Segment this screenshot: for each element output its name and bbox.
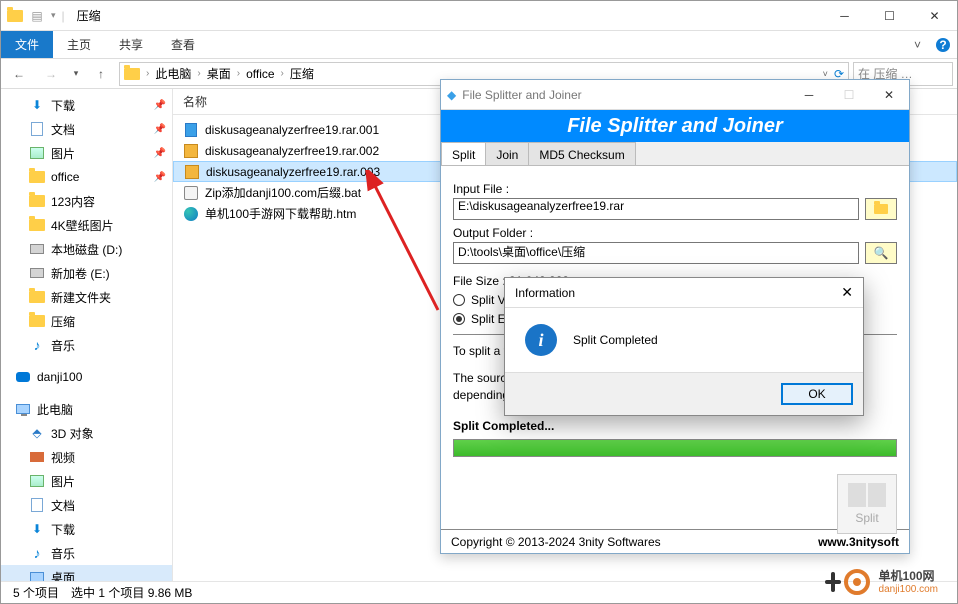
status-count: 5 个项目	[13, 584, 59, 601]
split-completed-text: Split Completed...	[453, 419, 897, 433]
file-icon	[183, 185, 199, 201]
folder-icon	[7, 8, 23, 24]
sidebar-item-thispc[interactable]: 此电脑	[1, 397, 172, 421]
sidebar-item-downloads2[interactable]: ⬇下载	[1, 517, 172, 541]
tab-split[interactable]: Split	[441, 142, 486, 166]
browse-input-button[interactable]	[865, 198, 897, 220]
file-icon	[183, 122, 199, 138]
sidebar-item-office[interactable]: office📌	[1, 165, 172, 189]
ribbon-expand[interactable]: ˅	[906, 38, 929, 52]
msgbox: Information ✕ i Split Completed OK	[504, 277, 864, 416]
tab-share[interactable]: 共享	[105, 31, 157, 58]
file-name: diskusageanalyzerfree19.rar.001	[205, 123, 379, 137]
status-bar: 5 个项目 选中 1 个项目 9.86 MB	[1, 581, 957, 603]
sidebar-item-videos[interactable]: 视频	[1, 445, 172, 469]
fsj-banner: File Splitter and Joiner	[441, 110, 909, 142]
sidebar-item-music[interactable]: ♪音乐	[1, 333, 172, 357]
file-name: Zip添加danji100.com后缀.bat	[205, 184, 361, 201]
info-icon: i	[525, 324, 557, 356]
tab-file[interactable]: 文件	[1, 31, 53, 58]
ok-button[interactable]: OK	[781, 383, 853, 405]
sidebar-item-wallpaper[interactable]: 4K壁纸图片	[1, 213, 172, 237]
tab-view[interactable]: 查看	[157, 31, 209, 58]
crumb[interactable]: 桌面	[207, 65, 231, 82]
output-folder-field[interactable]: D:\tools\桌面\office\压缩	[453, 242, 859, 264]
status-selected: 选中 1 个项目 9.86 MB	[71, 584, 192, 601]
svg-text:?: ?	[939, 38, 946, 52]
sidebar-item-danji[interactable]: danji100	[1, 365, 172, 389]
sidebar-item-downloads[interactable]: ⬇下载📌	[1, 93, 172, 117]
maximize-button[interactable]: ☐	[867, 1, 912, 30]
file-name: 单机100手游网下载帮助.htm	[205, 205, 356, 222]
addr-dropdown[interactable]: ˅	[823, 69, 828, 79]
fsj-tabs: Split Join MD5 Checksum	[441, 142, 909, 166]
output-folder-label: Output Folder :	[453, 226, 897, 240]
msgbox-title: Information	[515, 286, 575, 300]
tab-home[interactable]: 主页	[53, 31, 105, 58]
file-name: diskusageanalyzerfree19.rar.003	[206, 165, 380, 179]
back-button[interactable]: ←	[5, 62, 33, 86]
file-icon	[183, 206, 199, 222]
fsj-title-text: File Splitter and Joiner	[462, 88, 581, 102]
browse-output-button[interactable]: 🔍	[865, 242, 897, 264]
recent-dropdown[interactable]: ▾	[69, 62, 83, 86]
sidebar-item-pictures[interactable]: 图片📌	[1, 141, 172, 165]
progress-bar	[453, 439, 897, 457]
fsj-maximize[interactable]: ☐	[829, 80, 869, 109]
file-icon	[184, 164, 200, 180]
crumb[interactable]: 压缩	[290, 65, 314, 82]
qat-item[interactable]: ▤	[29, 8, 45, 24]
forward-button[interactable]: →	[37, 62, 65, 86]
sidebar-item-newfolder[interactable]: 新建文件夹	[1, 285, 172, 309]
file-icon	[183, 143, 199, 159]
input-file-field[interactable]: E:\diskusageanalyzerfree19.rar	[453, 198, 859, 220]
help-icon[interactable]: ?	[929, 31, 957, 59]
sidebar-item-localdisk[interactable]: 本地磁盘 (D:)	[1, 237, 172, 261]
fsj-close[interactable]: ✕	[869, 80, 909, 109]
crumb[interactable]: 此电脑	[155, 65, 191, 82]
msgbox-close[interactable]: ✕	[841, 284, 853, 301]
sidebar-item-desktop[interactable]: 桌面	[1, 565, 172, 581]
up-button[interactable]: ↑	[87, 62, 115, 86]
close-button[interactable]: ✕	[912, 1, 957, 30]
fsj-minimize[interactable]: ─	[789, 80, 829, 109]
crumb[interactable]: office	[246, 67, 274, 81]
fsj-app-icon: ◆	[447, 88, 456, 102]
ribbon: 文件 主页 共享 查看 ˅ ?	[1, 31, 957, 59]
file-name: diskusageanalyzerfree19.rar.002	[205, 144, 379, 158]
sidebar-item-documents[interactable]: 文档📌	[1, 117, 172, 141]
sidebar-item-documents2[interactable]: 文档	[1, 493, 172, 517]
sidebar-item-pictures2[interactable]: 图片	[1, 469, 172, 493]
split-button[interactable]: Split	[837, 474, 897, 534]
fsj-titlebar[interactable]: ◆ File Splitter and Joiner ─ ☐ ✕	[441, 80, 909, 110]
window-title: 压缩	[71, 7, 822, 24]
titlebar: ▤ ▾ | 压缩 ─ ☐ ✕	[1, 1, 957, 31]
sidebar-item-music2[interactable]: ♪音乐	[1, 541, 172, 565]
sidebar[interactable]: ⬇下载📌 文档📌 图片📌 office📌 123内容 4K壁纸图片 本地磁盘 (…	[1, 89, 173, 581]
copyright-text: Copyright © 2013-2024 3nity Softwares	[451, 535, 818, 549]
watermark: 单机100网danji100.com	[823, 566, 938, 596]
sidebar-item-123[interactable]: 123内容	[1, 189, 172, 213]
input-file-label: Input File :	[453, 182, 897, 196]
msgbox-titlebar[interactable]: Information ✕	[505, 278, 863, 308]
tab-join[interactable]: Join	[485, 142, 529, 166]
qat-dropdown[interactable]: ▾	[51, 10, 56, 21]
sidebar-item-newvol[interactable]: 新加卷 (E:)	[1, 261, 172, 285]
sidebar-item-compress[interactable]: 压缩	[1, 309, 172, 333]
minimize-button[interactable]: ─	[822, 1, 867, 30]
msgbox-text: Split Completed	[573, 333, 658, 347]
tab-md5[interactable]: MD5 Checksum	[528, 142, 635, 166]
sidebar-item-3d[interactable]: ⬘3D 对象	[1, 421, 172, 445]
url-text[interactable]: www.3nitysoft	[818, 535, 899, 549]
